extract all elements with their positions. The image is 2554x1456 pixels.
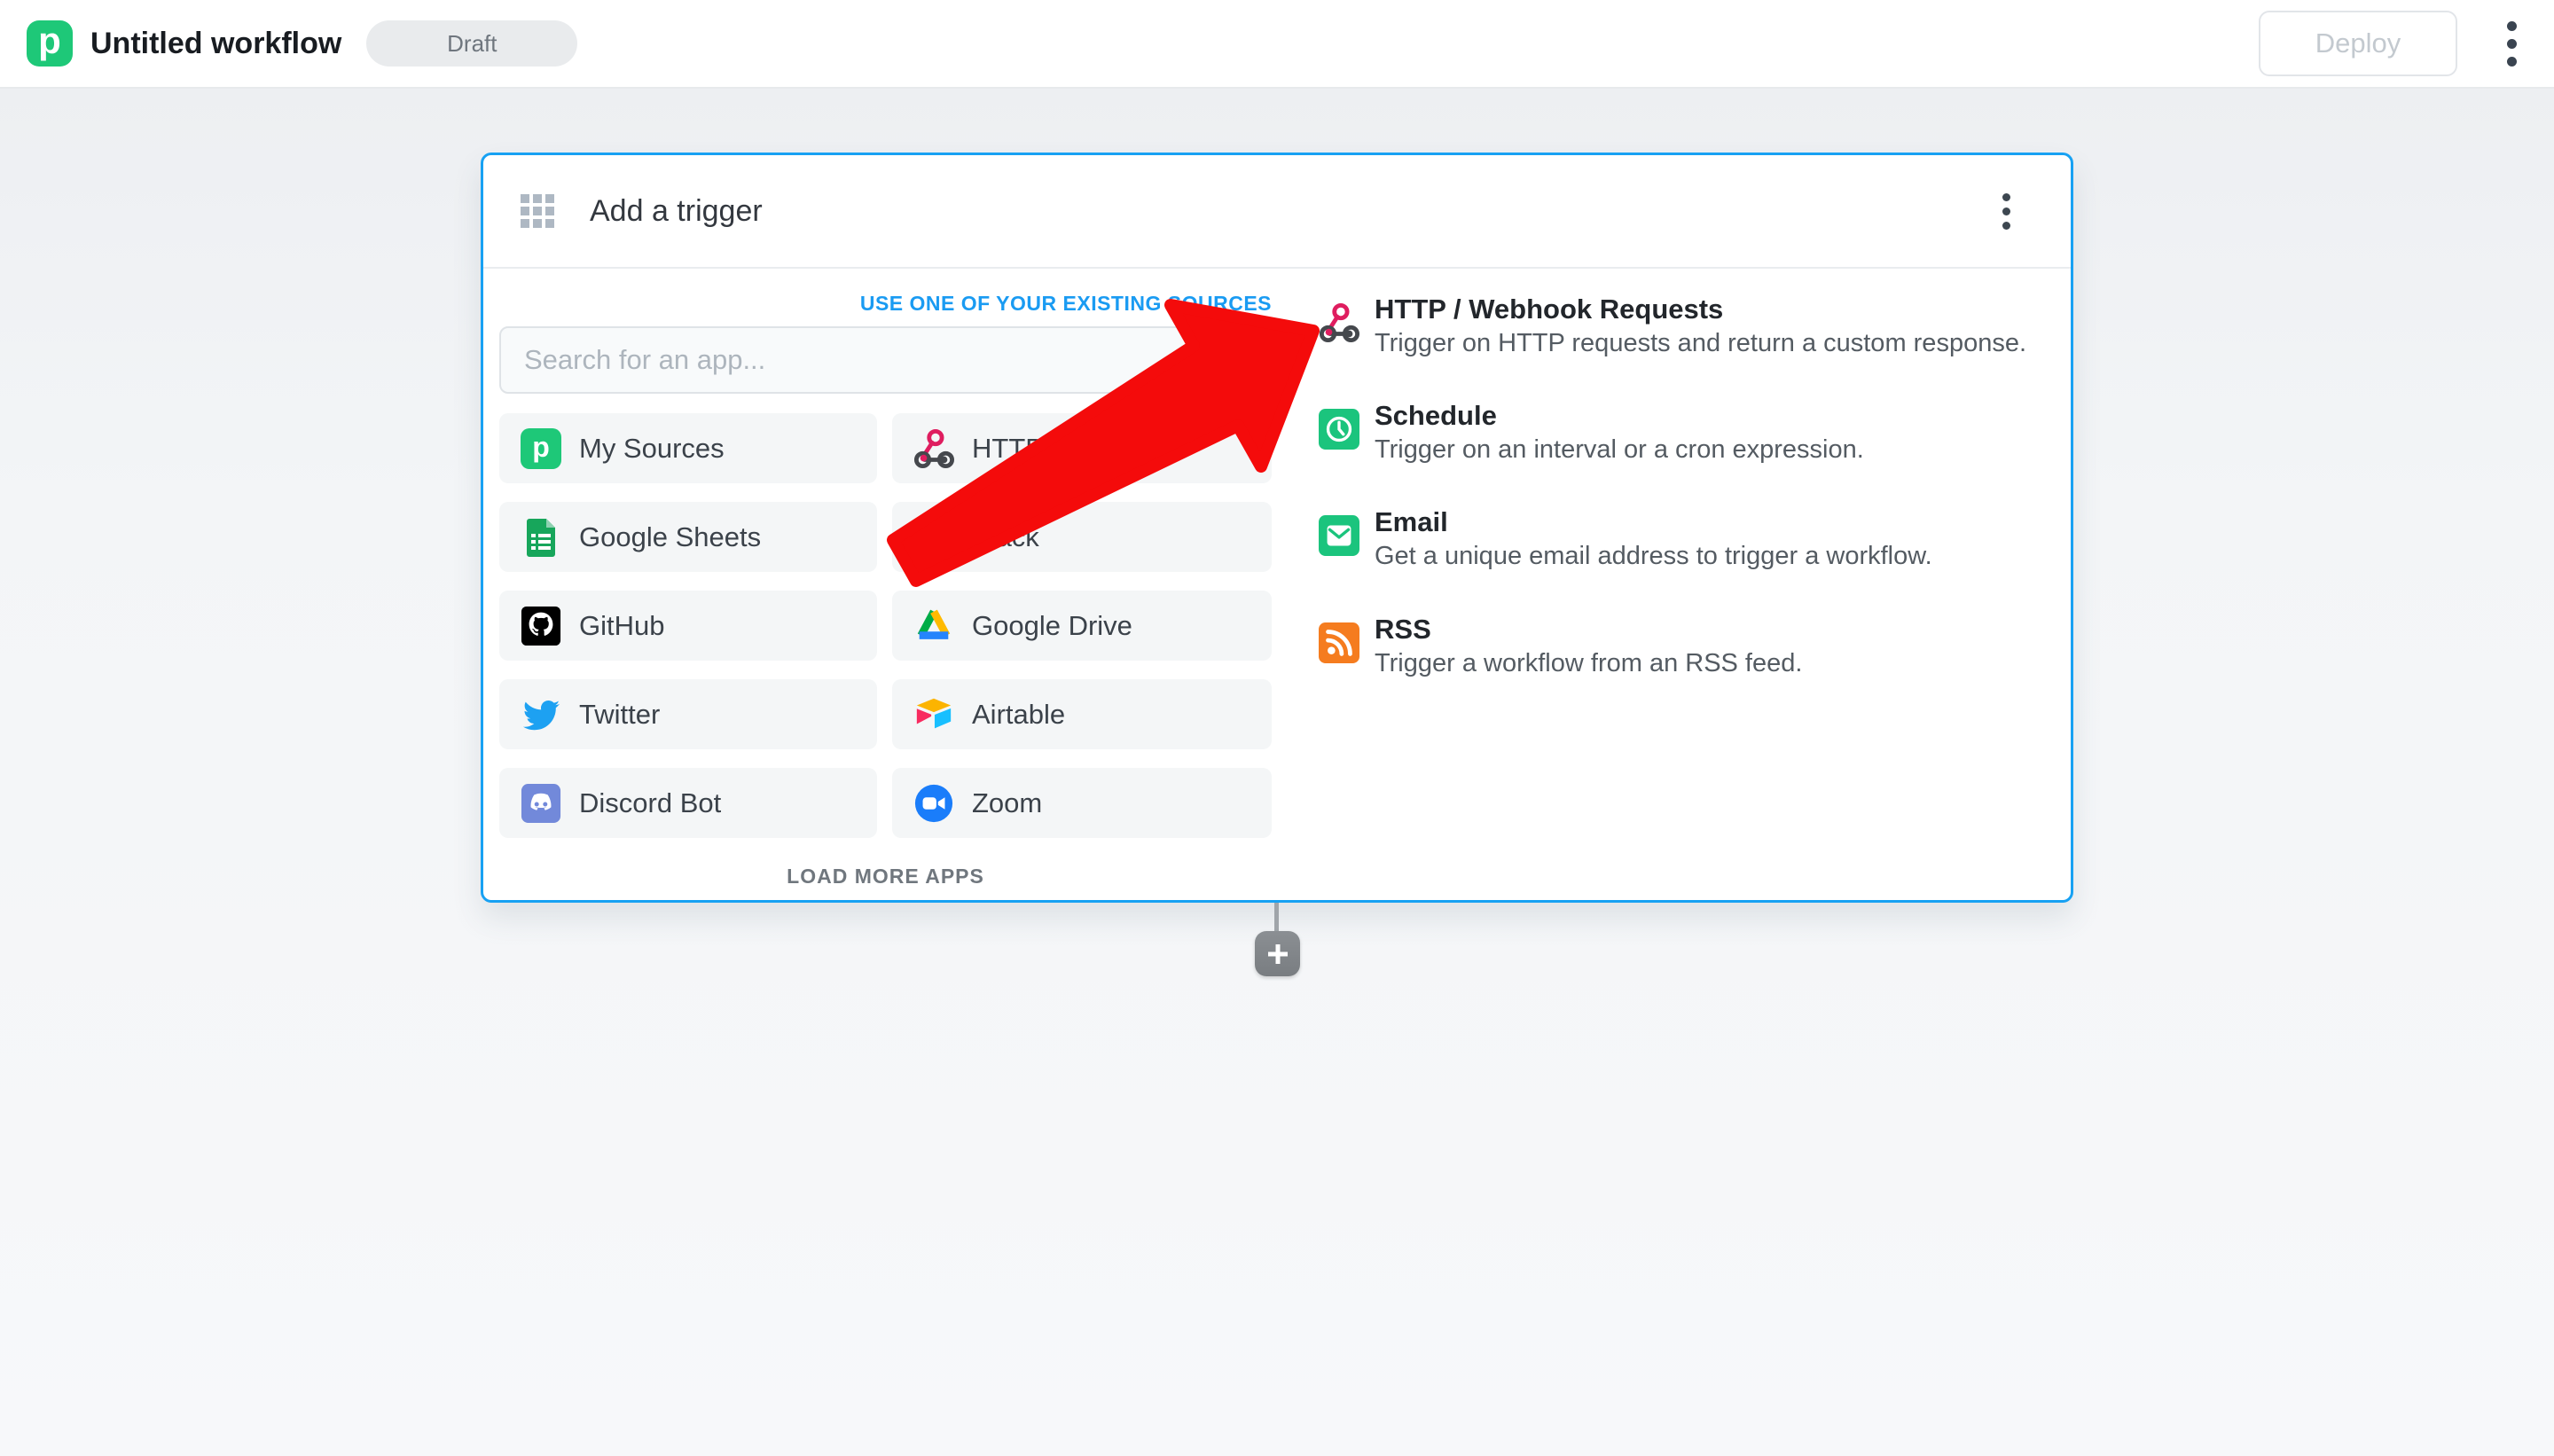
email-icon xyxy=(1319,515,1359,556)
workflow-title[interactable]: Untitled workflow xyxy=(90,27,341,61)
trigger-description: Get a unique email address to trigger a … xyxy=(1375,542,1932,570)
app-tile-twitter[interactable]: Twitter xyxy=(499,679,877,749)
app-tile-label: Discord Bot xyxy=(579,787,722,818)
airtable-icon xyxy=(913,694,954,735)
app-tile-google-sheets[interactable]: Google Sheets xyxy=(499,502,877,572)
top-bar: p Untitled workflow Draft Deploy xyxy=(0,0,2554,89)
schedule-icon xyxy=(1319,409,1359,450)
github-icon xyxy=(521,606,561,646)
trigger-option-schedule[interactable]: Schedule Trigger on an interval or a cro… xyxy=(1319,400,1993,489)
app-tile-discord-bot[interactable]: Discord Bot xyxy=(499,768,877,838)
zoom-icon xyxy=(913,783,954,824)
deploy-button[interactable]: Deploy xyxy=(2259,11,2457,76)
app-tile-label: Twitter xyxy=(579,698,661,730)
google-sheets-icon xyxy=(521,517,561,558)
app-tile-label: Zoom xyxy=(972,787,1043,818)
status-badge: Draft xyxy=(366,20,578,67)
trigger-description: Trigger a workflow from an RSS feed. xyxy=(1375,649,1803,677)
add-step-button[interactable] xyxy=(1255,931,1300,976)
app-tile-http-webhook[interactable]: HTTP / Webhook xyxy=(892,413,1272,483)
trigger-description: Trigger on an interval or a cron express… xyxy=(1375,435,1864,464)
trigger-option-rss[interactable]: RSS Trigger a workflow from an RSS feed. xyxy=(1319,614,1993,702)
trigger-title: HTTP / Webhook Requests xyxy=(1375,294,1724,325)
trigger-title: Schedule xyxy=(1375,400,1497,431)
add-trigger-card: Add a trigger USE ONE OF YOUR EXISTING S… xyxy=(481,153,2073,903)
app-search-input[interactable] xyxy=(499,326,1272,394)
app-tile-label: Slack xyxy=(972,521,1039,552)
app-tile-slack[interactable]: Slack xyxy=(892,502,1272,572)
app-tile-github[interactable]: GitHub xyxy=(499,591,877,661)
load-more-apps-button[interactable]: LOAD MORE APPS xyxy=(499,865,1272,888)
webhook-icon xyxy=(1319,302,1359,343)
workflow-menu-kebab-icon[interactable] xyxy=(2493,12,2531,75)
add-trigger-card-header: Add a trigger xyxy=(483,155,2071,269)
app-tile-label: My Sources xyxy=(579,432,725,464)
app-tile-label: GitHub xyxy=(579,609,665,641)
card-menu-kebab-icon[interactable] xyxy=(1994,184,2019,239)
card-title: Add a trigger xyxy=(590,193,763,228)
twitter-icon xyxy=(521,694,561,735)
existing-sources-link[interactable]: USE ONE OF YOUR EXISTING SOURCES xyxy=(499,292,1272,316)
plus-icon xyxy=(1267,943,1288,964)
trigger-title: Email xyxy=(1375,506,1448,537)
rss-icon xyxy=(1319,622,1359,663)
app-tile-google-drive[interactable]: Google Drive xyxy=(892,591,1272,661)
pipedream-icon: p xyxy=(521,427,561,469)
app-tile-label: Airtable xyxy=(972,698,1066,730)
app-tile-label: Google Sheets xyxy=(579,521,762,552)
app-tile-label: HTTP / Webhook xyxy=(972,432,1182,464)
webhook-icon xyxy=(913,428,954,469)
drag-handle-icon[interactable] xyxy=(521,194,554,228)
app-tile-label: Google Drive xyxy=(972,609,1132,641)
app-tile-zoom[interactable]: Zoom xyxy=(892,768,1272,838)
trigger-option-http-webhook-requests[interactable]: HTTP / Webhook Requests Trigger on HTTP … xyxy=(1319,294,2026,382)
pipedream-logo-icon[interactable]: p xyxy=(27,20,73,67)
discord-icon xyxy=(521,783,561,824)
google-drive-icon xyxy=(913,606,954,646)
trigger-option-email[interactable]: Email Get a unique email address to trig… xyxy=(1319,506,1993,595)
trigger-title: RSS xyxy=(1375,614,1431,645)
slack-icon xyxy=(913,517,954,558)
app-tile-airtable[interactable]: Airtable xyxy=(892,679,1272,749)
app-tile-my-sources[interactable]: p My Sources xyxy=(499,413,877,483)
trigger-description: Trigger on HTTP requests and return a cu… xyxy=(1375,329,2027,357)
workflow-canvas: Add a trigger USE ONE OF YOUR EXISTING S… xyxy=(0,89,2554,1456)
node-connector-line xyxy=(1274,903,1279,935)
